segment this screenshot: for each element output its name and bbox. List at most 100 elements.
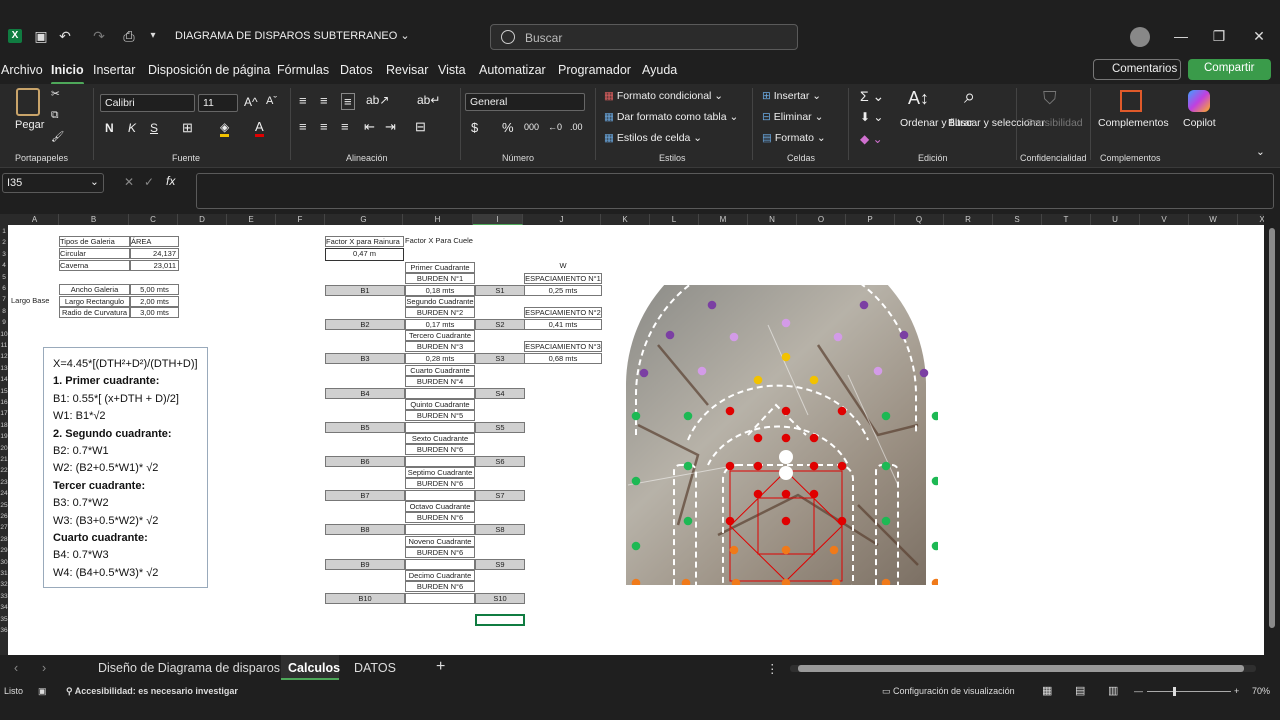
row-header[interactable]: 22 bbox=[0, 465, 8, 476]
formula-text-box[interactable]: X=4.45*[(DTH²+D²)/(DTH+D)] 1. Primer cuad… bbox=[43, 347, 208, 588]
horizontal-scroll-thumb[interactable] bbox=[798, 665, 1244, 672]
row-header[interactable]: 9 bbox=[0, 317, 8, 328]
paste-button[interactable]: Pegar bbox=[15, 119, 44, 131]
tab-programador[interactable]: Programador bbox=[558, 63, 631, 77]
undo-icon[interactable]: ↶ bbox=[56, 27, 74, 45]
row-header[interactable]: 19 bbox=[0, 431, 8, 442]
burden-label[interactable]: BURDEN N°5 bbox=[405, 409, 475, 421]
row-header[interactable]: 13 bbox=[0, 363, 8, 374]
customize-qat-icon[interactable]: ▾ bbox=[144, 27, 162, 45]
cuadrante-name[interactable]: Octavo Cuadrante bbox=[405, 501, 475, 513]
burden-label[interactable]: BURDEN N°1 bbox=[405, 273, 475, 284]
s-label[interactable]: S9 bbox=[475, 558, 525, 570]
burden-value[interactable] bbox=[405, 490, 475, 502]
cuadrante-name[interactable]: Sexto Cuadrante bbox=[405, 433, 475, 444]
autosum-icon[interactable]: Σ ⌄ bbox=[860, 88, 884, 105]
row-header[interactable]: 1 bbox=[0, 226, 8, 237]
column-header[interactable]: F bbox=[276, 214, 325, 225]
row-header[interactable]: 35 bbox=[0, 614, 8, 625]
factor-rainura-value[interactable]: 0,47 m bbox=[325, 248, 404, 261]
row-header[interactable]: 3 bbox=[0, 249, 8, 260]
cut-icon[interactable]: ✂ bbox=[51, 88, 60, 100]
format-painter-icon[interactable]: 🖌 bbox=[51, 130, 64, 143]
burden-value[interactable]: 0,17 mts bbox=[405, 319, 475, 331]
zoom-level[interactable]: 70% bbox=[1252, 686, 1270, 696]
delete-cells-button[interactable]: ⊟ Eliminar ⌄ bbox=[762, 111, 823, 123]
row-header[interactable]: 16 bbox=[0, 397, 8, 408]
cancel-icon[interactable]: ✕ bbox=[124, 175, 134, 189]
b-label[interactable]: B5 bbox=[325, 421, 405, 433]
cuadrante-name[interactable]: Tercero Cuadrante bbox=[405, 330, 475, 342]
tab-disposicion[interactable]: Disposición de página bbox=[148, 63, 270, 77]
search-input[interactable]: Buscar bbox=[490, 24, 798, 50]
tab-inicio[interactable]: Inicio bbox=[51, 63, 84, 85]
largo-base-label[interactable]: Largo Base bbox=[11, 296, 49, 307]
column-header[interactable]: K bbox=[601, 214, 650, 225]
row-header[interactable]: 2 bbox=[0, 237, 8, 248]
row-header[interactable]: 28 bbox=[0, 534, 8, 545]
vertical-scroll-thumb[interactable] bbox=[1269, 228, 1275, 628]
burden-label[interactable]: BURDEN N°6 bbox=[405, 512, 475, 524]
next-sheet-icon[interactable]: › bbox=[42, 661, 46, 675]
document-title[interactable]: DIAGRAMA DE DISPAROS SUBTERRANEO ⌄ bbox=[175, 29, 410, 42]
fill-color-icon[interactable]: ◈ bbox=[220, 120, 230, 137]
page-layout-icon[interactable]: ▤ bbox=[1075, 684, 1085, 697]
row-header[interactable]: 32 bbox=[0, 579, 8, 590]
row-header[interactable]: 15 bbox=[0, 386, 8, 397]
espaciamiento-label[interactable]: ESPACIAMIENTO N°3 bbox=[524, 341, 602, 353]
column-header[interactable]: O bbox=[797, 214, 846, 225]
addins-icon[interactable] bbox=[1120, 90, 1142, 112]
column-header[interactable]: J bbox=[523, 214, 601, 225]
page-break-icon[interactable]: ▥ bbox=[1108, 684, 1118, 697]
cuadrante-name[interactable]: Noveno Cuadrante bbox=[405, 535, 475, 547]
insert-cells-button[interactable]: ⊞ Insertar ⌄ bbox=[762, 90, 821, 102]
tab-diseno[interactable]: Diseño de Diagrama de disparos bbox=[98, 661, 280, 675]
worksheet-grid[interactable]: Tipos de Galeria ÁREA Circular 24,137 Ca… bbox=[8, 225, 1264, 655]
row-header[interactable]: 31 bbox=[0, 568, 8, 579]
display-settings[interactable]: ▭ Configuración de visualización bbox=[882, 686, 1015, 697]
row-header[interactable]: 6 bbox=[0, 283, 8, 294]
row-header[interactable]: 21 bbox=[0, 454, 8, 465]
burden-value[interactable] bbox=[405, 558, 475, 570]
zoom-slider[interactable] bbox=[1147, 687, 1231, 696]
w-label[interactable]: W bbox=[524, 261, 602, 272]
align-left-icon[interactable]: ≡ bbox=[299, 119, 307, 134]
row-header[interactable]: 17 bbox=[0, 408, 8, 419]
burden-label[interactable]: BURDEN N°4 bbox=[405, 375, 475, 387]
column-header[interactable]: W bbox=[1189, 214, 1238, 225]
burden-label[interactable]: BURDEN N°3 bbox=[405, 341, 475, 353]
row-header[interactable]: 36 bbox=[0, 625, 8, 636]
font-size-select[interactable]: 11 bbox=[198, 94, 238, 112]
column-header[interactable]: V bbox=[1140, 214, 1189, 225]
increase-indent-icon[interactable]: ⇥ bbox=[385, 119, 396, 135]
italic-button[interactable]: K bbox=[128, 121, 136, 135]
cuadrante-name[interactable]: Segundo Cuadrante bbox=[405, 296, 475, 308]
underline-button[interactable]: S bbox=[150, 121, 158, 135]
name-box-dropdown-icon[interactable]: ⌄ bbox=[90, 176, 99, 188]
cuadrante-name[interactable]: Cuarto Cuadrante bbox=[405, 364, 475, 376]
currency-icon[interactable]: $ bbox=[471, 120, 478, 135]
copilot-button[interactable]: Copilot bbox=[1183, 117, 1216, 129]
tab-datos[interactable]: Datos bbox=[340, 63, 373, 77]
s-label[interactable]: S1 bbox=[475, 285, 525, 296]
tab-datos-sheet[interactable]: DATOS bbox=[354, 661, 396, 675]
burden-label[interactable]: BURDEN N°2 bbox=[405, 307, 475, 319]
tab-automatizar[interactable]: Automatizar bbox=[479, 63, 546, 77]
cuadrante-name[interactable]: Septimo Cuadrante bbox=[405, 467, 475, 479]
align-bottom-icon[interactable]: ≡ bbox=[341, 93, 355, 110]
copilot-icon[interactable] bbox=[1188, 90, 1210, 112]
column-header[interactable]: D bbox=[178, 214, 227, 225]
s-label[interactable]: S2 bbox=[475, 319, 525, 331]
format-as-table-button[interactable]: ▦ Dar formato como tabla ⌄ bbox=[604, 111, 738, 123]
borders-icon[interactable]: ⊞ bbox=[182, 120, 193, 136]
print-icon[interactable]: ⎙ bbox=[120, 27, 138, 45]
row-header[interactable]: 29 bbox=[0, 545, 8, 556]
vertical-scrollbar[interactable] bbox=[1264, 214, 1280, 655]
decrease-indent-icon[interactable]: ⇤ bbox=[364, 119, 375, 135]
tab-insertar[interactable]: Insertar bbox=[93, 63, 135, 77]
column-header[interactable]: Q bbox=[895, 214, 944, 225]
burden-label[interactable]: BURDEN N°6 bbox=[405, 444, 475, 455]
minimize-icon[interactable]: — bbox=[1172, 27, 1190, 45]
conditional-format-button[interactable]: ▦ Formato condicional ⌄ bbox=[604, 90, 723, 102]
merge-center-icon[interactable]: ⊟ bbox=[415, 119, 426, 135]
